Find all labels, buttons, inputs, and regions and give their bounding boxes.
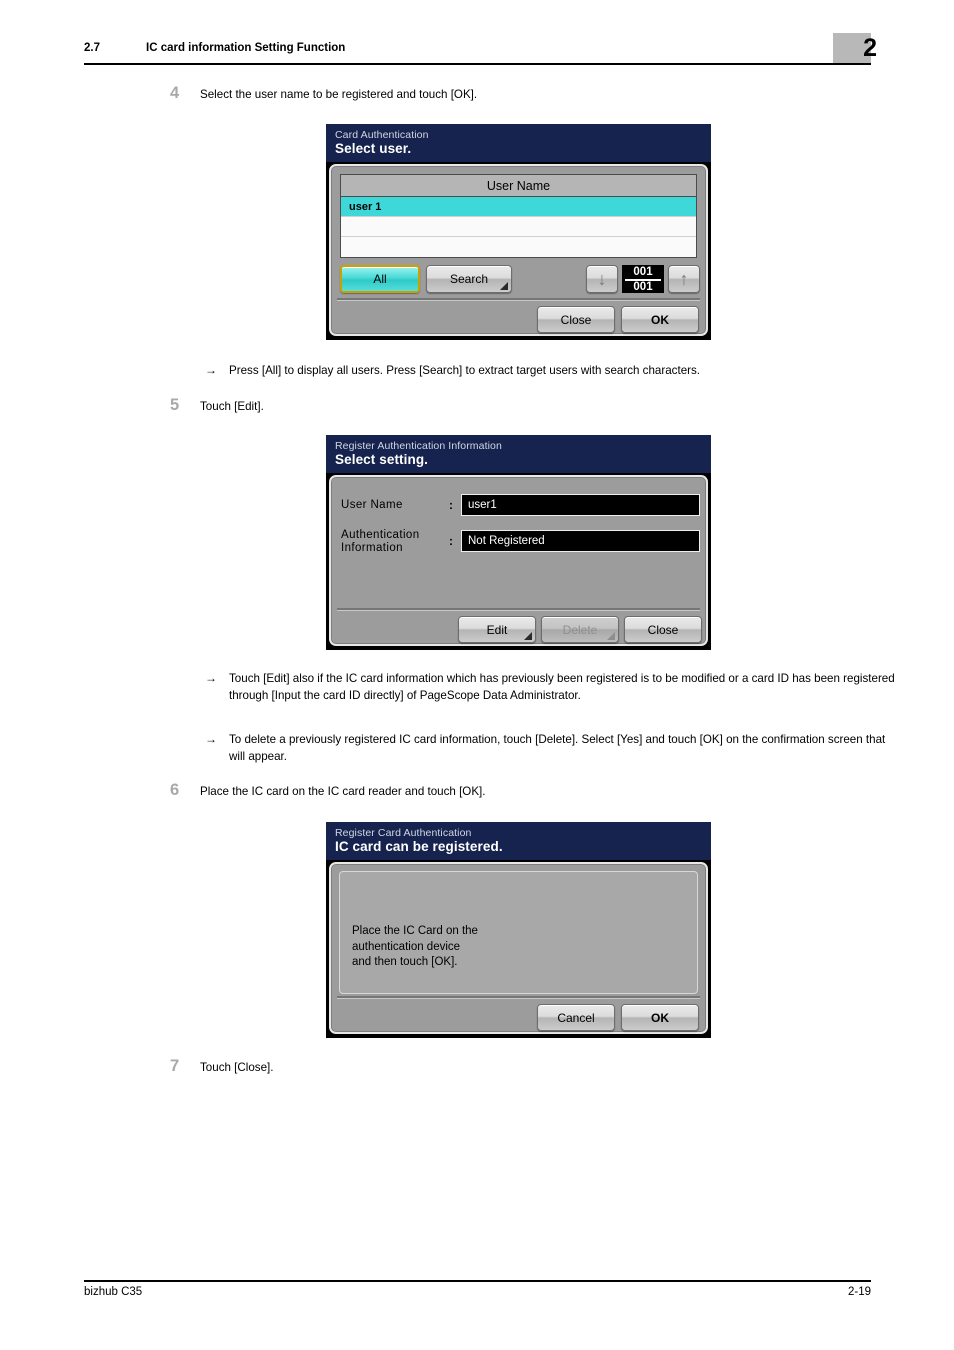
note-1-arrow-icon: →: [205, 363, 217, 377]
delete-button: Delete: [541, 616, 619, 643]
arrow-up-icon: ↑: [679, 269, 689, 289]
dialog1-separator: [337, 298, 700, 301]
dialog1-subtitle: Card Authentication: [335, 129, 429, 141]
authentication-information-label: Authentication Information: [341, 529, 420, 554]
ok-button-label: OK: [651, 312, 669, 327]
close-button-label: Close: [647, 622, 679, 637]
delete-button-label: Delete: [562, 622, 598, 637]
expand-triangle-icon: [607, 632, 615, 640]
header-section-title: IC card information Setting Function: [146, 42, 346, 54]
step-6-number: 6: [170, 781, 180, 799]
step-6-text: Place the IC card on the IC card reader …: [200, 785, 486, 798]
step-5-text: Touch [Edit].: [200, 400, 264, 413]
close-button-label: Close: [560, 312, 592, 327]
note-1-text: Press [All] to display all users. Press …: [229, 364, 701, 377]
note-2-arrow-icon: →: [205, 671, 217, 685]
all-button-label: All: [373, 272, 387, 286]
dialog3-subtitle: Register Card Authentication: [335, 827, 472, 839]
close-button[interactable]: Close: [537, 306, 615, 333]
ok-button-label: OK: [651, 1010, 669, 1025]
dialog2-title: Select setting.: [335, 452, 429, 467]
page-counter-current: 001: [625, 266, 661, 281]
dialog-select-setting: Register Authentication Information Sele…: [326, 435, 711, 650]
expand-triangle-icon: [500, 282, 508, 290]
message-text: Place the IC Card on the authentication …: [352, 925, 478, 968]
note-3-arrow-icon: →: [205, 732, 217, 746]
authentication-information-separator: :: [449, 534, 453, 548]
footer-page-number: 2-19: [847, 1286, 871, 1298]
authentication-information-value: Not Registered: [461, 530, 700, 552]
user-name-separator: :: [449, 498, 453, 512]
all-button[interactable]: All: [340, 265, 420, 293]
step-4-number: 4: [170, 84, 180, 102]
dialog-register-card: Register Card Authentication IC card can…: [326, 822, 711, 1038]
user-list-row-1[interactable]: [341, 217, 696, 237]
dialog1-title: Select user.: [335, 141, 412, 156]
dialog1-body: User Name user 1 All Search ↓ 001 001 ↑: [329, 164, 708, 336]
search-button-label: Search: [449, 272, 489, 286]
dialog1-titlebar: Card Authentication Select user.: [326, 124, 711, 162]
user-name-value: user1: [461, 494, 700, 516]
step-5-number: 5: [170, 396, 180, 414]
note-2-text: Touch [Edit] also if the IC card informa…: [229, 672, 895, 702]
step-4-text: Select the user name to be registered an…: [200, 88, 478, 101]
cancel-button-label: Cancel: [557, 1010, 595, 1025]
chapter-badge-number: 2: [863, 34, 877, 62]
edit-button-label: Edit: [486, 622, 508, 637]
close-button[interactable]: Close: [624, 616, 702, 643]
edit-button[interactable]: Edit: [458, 616, 536, 643]
header-section-number: 2.7: [84, 42, 100, 54]
ok-button[interactable]: OK: [621, 1004, 699, 1031]
cancel-button[interactable]: Cancel: [537, 1004, 615, 1031]
footer-divider: [84, 1280, 871, 1282]
dialog3-titlebar: Register Card Authentication IC card can…: [326, 822, 711, 860]
header-divider: [84, 63, 871, 65]
page-header: 2.7 IC card information Setting Function…: [0, 0, 954, 66]
user-list-row-2[interactable]: [341, 237, 696, 257]
user-list: User Name user 1: [340, 174, 697, 258]
step-7-text: Touch [Close].: [200, 1061, 274, 1074]
dialog2-separator: [337, 608, 700, 611]
search-button[interactable]: Search: [426, 265, 512, 293]
footer-product-name: bizhub C35: [84, 1286, 143, 1298]
dialog2-titlebar: Register Authentication Information Sele…: [326, 435, 711, 473]
dialog3-body: Place the IC Card on the authentication …: [329, 862, 708, 1034]
message-frame: Place the IC Card on the authentication …: [339, 871, 698, 994]
ok-button[interactable]: OK: [621, 306, 699, 333]
dialog3-separator: [337, 996, 700, 999]
step-7-number: 7: [170, 1057, 180, 1075]
dialog3-title: IC card can be registered.: [335, 839, 503, 854]
dialog2-body: User Name : user1 Authentication Informa…: [329, 475, 708, 646]
note-3-text: To delete a previously registered IC car…: [229, 733, 886, 763]
scroll-down-button[interactable]: ↓: [586, 265, 618, 293]
user-name-label: User Name: [341, 499, 403, 511]
dialog2-subtitle: Register Authentication Information: [335, 440, 502, 452]
page-counter-total: 001: [633, 281, 653, 293]
user-list-row-0[interactable]: user 1: [341, 197, 696, 217]
dialog-select-user: Card Authentication Select user. User Na…: [326, 124, 711, 340]
scroll-up-button[interactable]: ↑: [668, 265, 700, 293]
expand-triangle-icon: [524, 632, 532, 640]
page-counter: 001 001: [622, 265, 664, 293]
user-list-column-header: User Name: [341, 175, 696, 197]
arrow-down-icon: ↓: [597, 269, 607, 289]
